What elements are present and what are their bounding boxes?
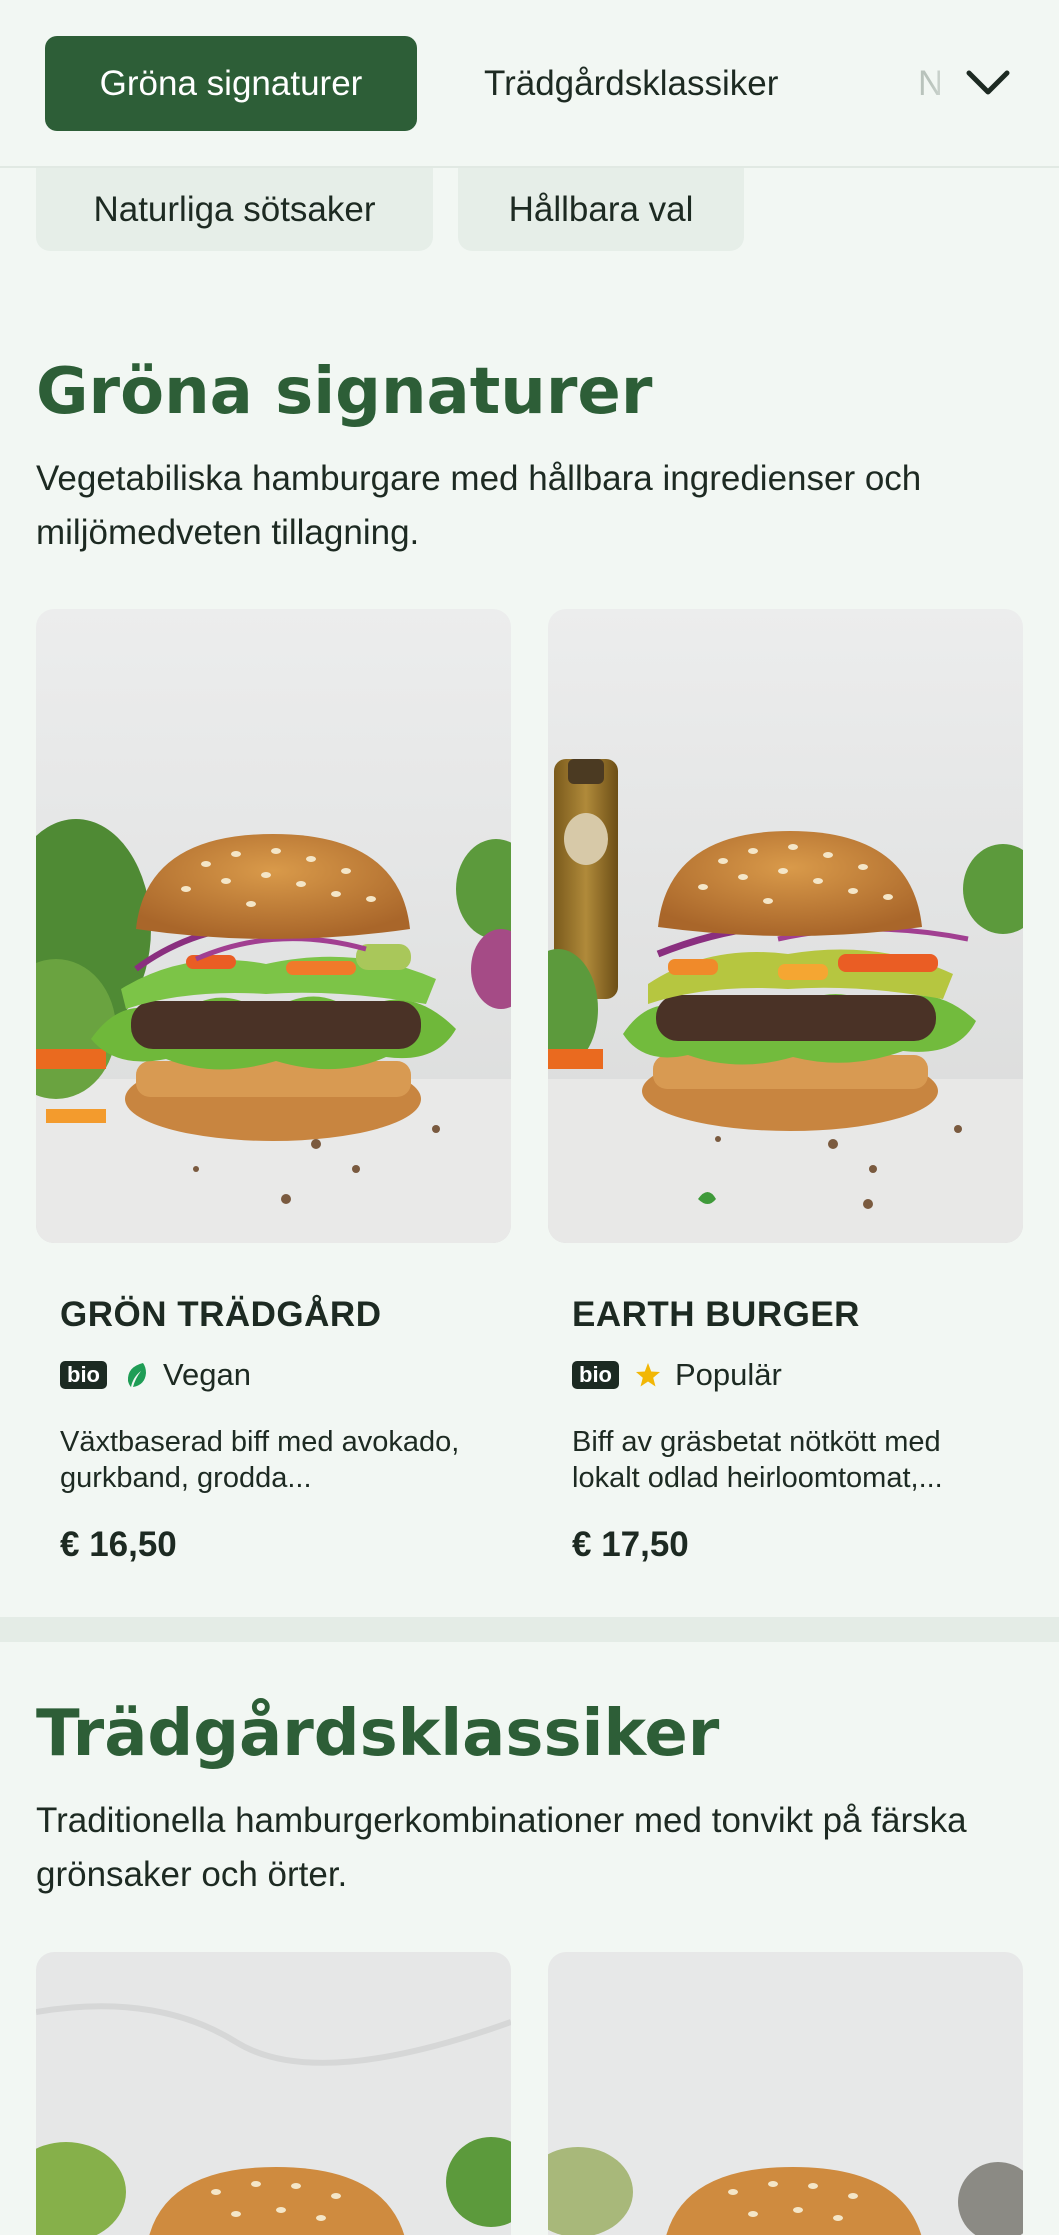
- menu-item-name[interactable]: EARTH BURGER: [572, 1295, 860, 1335]
- menu-item-image[interactable]: [548, 609, 1023, 1243]
- popular-tag: Populär: [675, 1357, 782, 1392]
- category-nav: Gröna signaturer Trädgårdsklassiker N: [0, 0, 1059, 168]
- tab-tradgardsklassiker[interactable]: Trädgårdsklassiker: [484, 36, 778, 131]
- section-title: Trädgårdsklassiker: [36, 1697, 720, 1771]
- menu-item-image[interactable]: [36, 609, 511, 1243]
- bio-badge: bio: [572, 1361, 619, 1389]
- leaf-icon: [127, 1363, 146, 1387]
- section-divider: [0, 1617, 1059, 1642]
- tab-hallbara-val[interactable]: Hållbara val: [458, 168, 744, 251]
- menu-item-description: Växtbaserad biff med avokado, gurkband, …: [60, 1426, 460, 1494]
- bio-badge: bio: [60, 1361, 107, 1389]
- section-description: Vegetabiliska hamburgare med hållbara in…: [36, 459, 922, 552]
- tab-naturliga-sotsaker[interactable]: Naturliga sötsaker: [36, 168, 433, 251]
- menu-item-tags: bio Populär: [572, 1355, 782, 1395]
- expand-categories-button[interactable]: [955, 50, 1021, 116]
- section-title: Gröna signaturer: [36, 355, 653, 429]
- star-icon: [636, 1363, 660, 1387]
- tab-grona-signaturer[interactable]: Gröna signaturer: [45, 36, 417, 131]
- menu-item-image[interactable]: [36, 1952, 511, 2235]
- menu-item-tags: bio Vegan: [60, 1355, 251, 1395]
- menu-item-price: € 17,50: [572, 1525, 689, 1564]
- menu-item-name[interactable]: GRÖN TRÄDGÅRD: [60, 1295, 381, 1335]
- chevron-down-icon: [966, 70, 1010, 95]
- diet-tag: Vegan: [163, 1357, 251, 1392]
- section-description: Traditionella hamburgerkombinationer med…: [36, 1801, 967, 1894]
- menu-item-image[interactable]: [548, 1952, 1023, 2235]
- menu-item-description: Biff av gräsbetat nötkött med lokalt odl…: [572, 1426, 943, 1494]
- menu-item-price: € 16,50: [60, 1525, 177, 1564]
